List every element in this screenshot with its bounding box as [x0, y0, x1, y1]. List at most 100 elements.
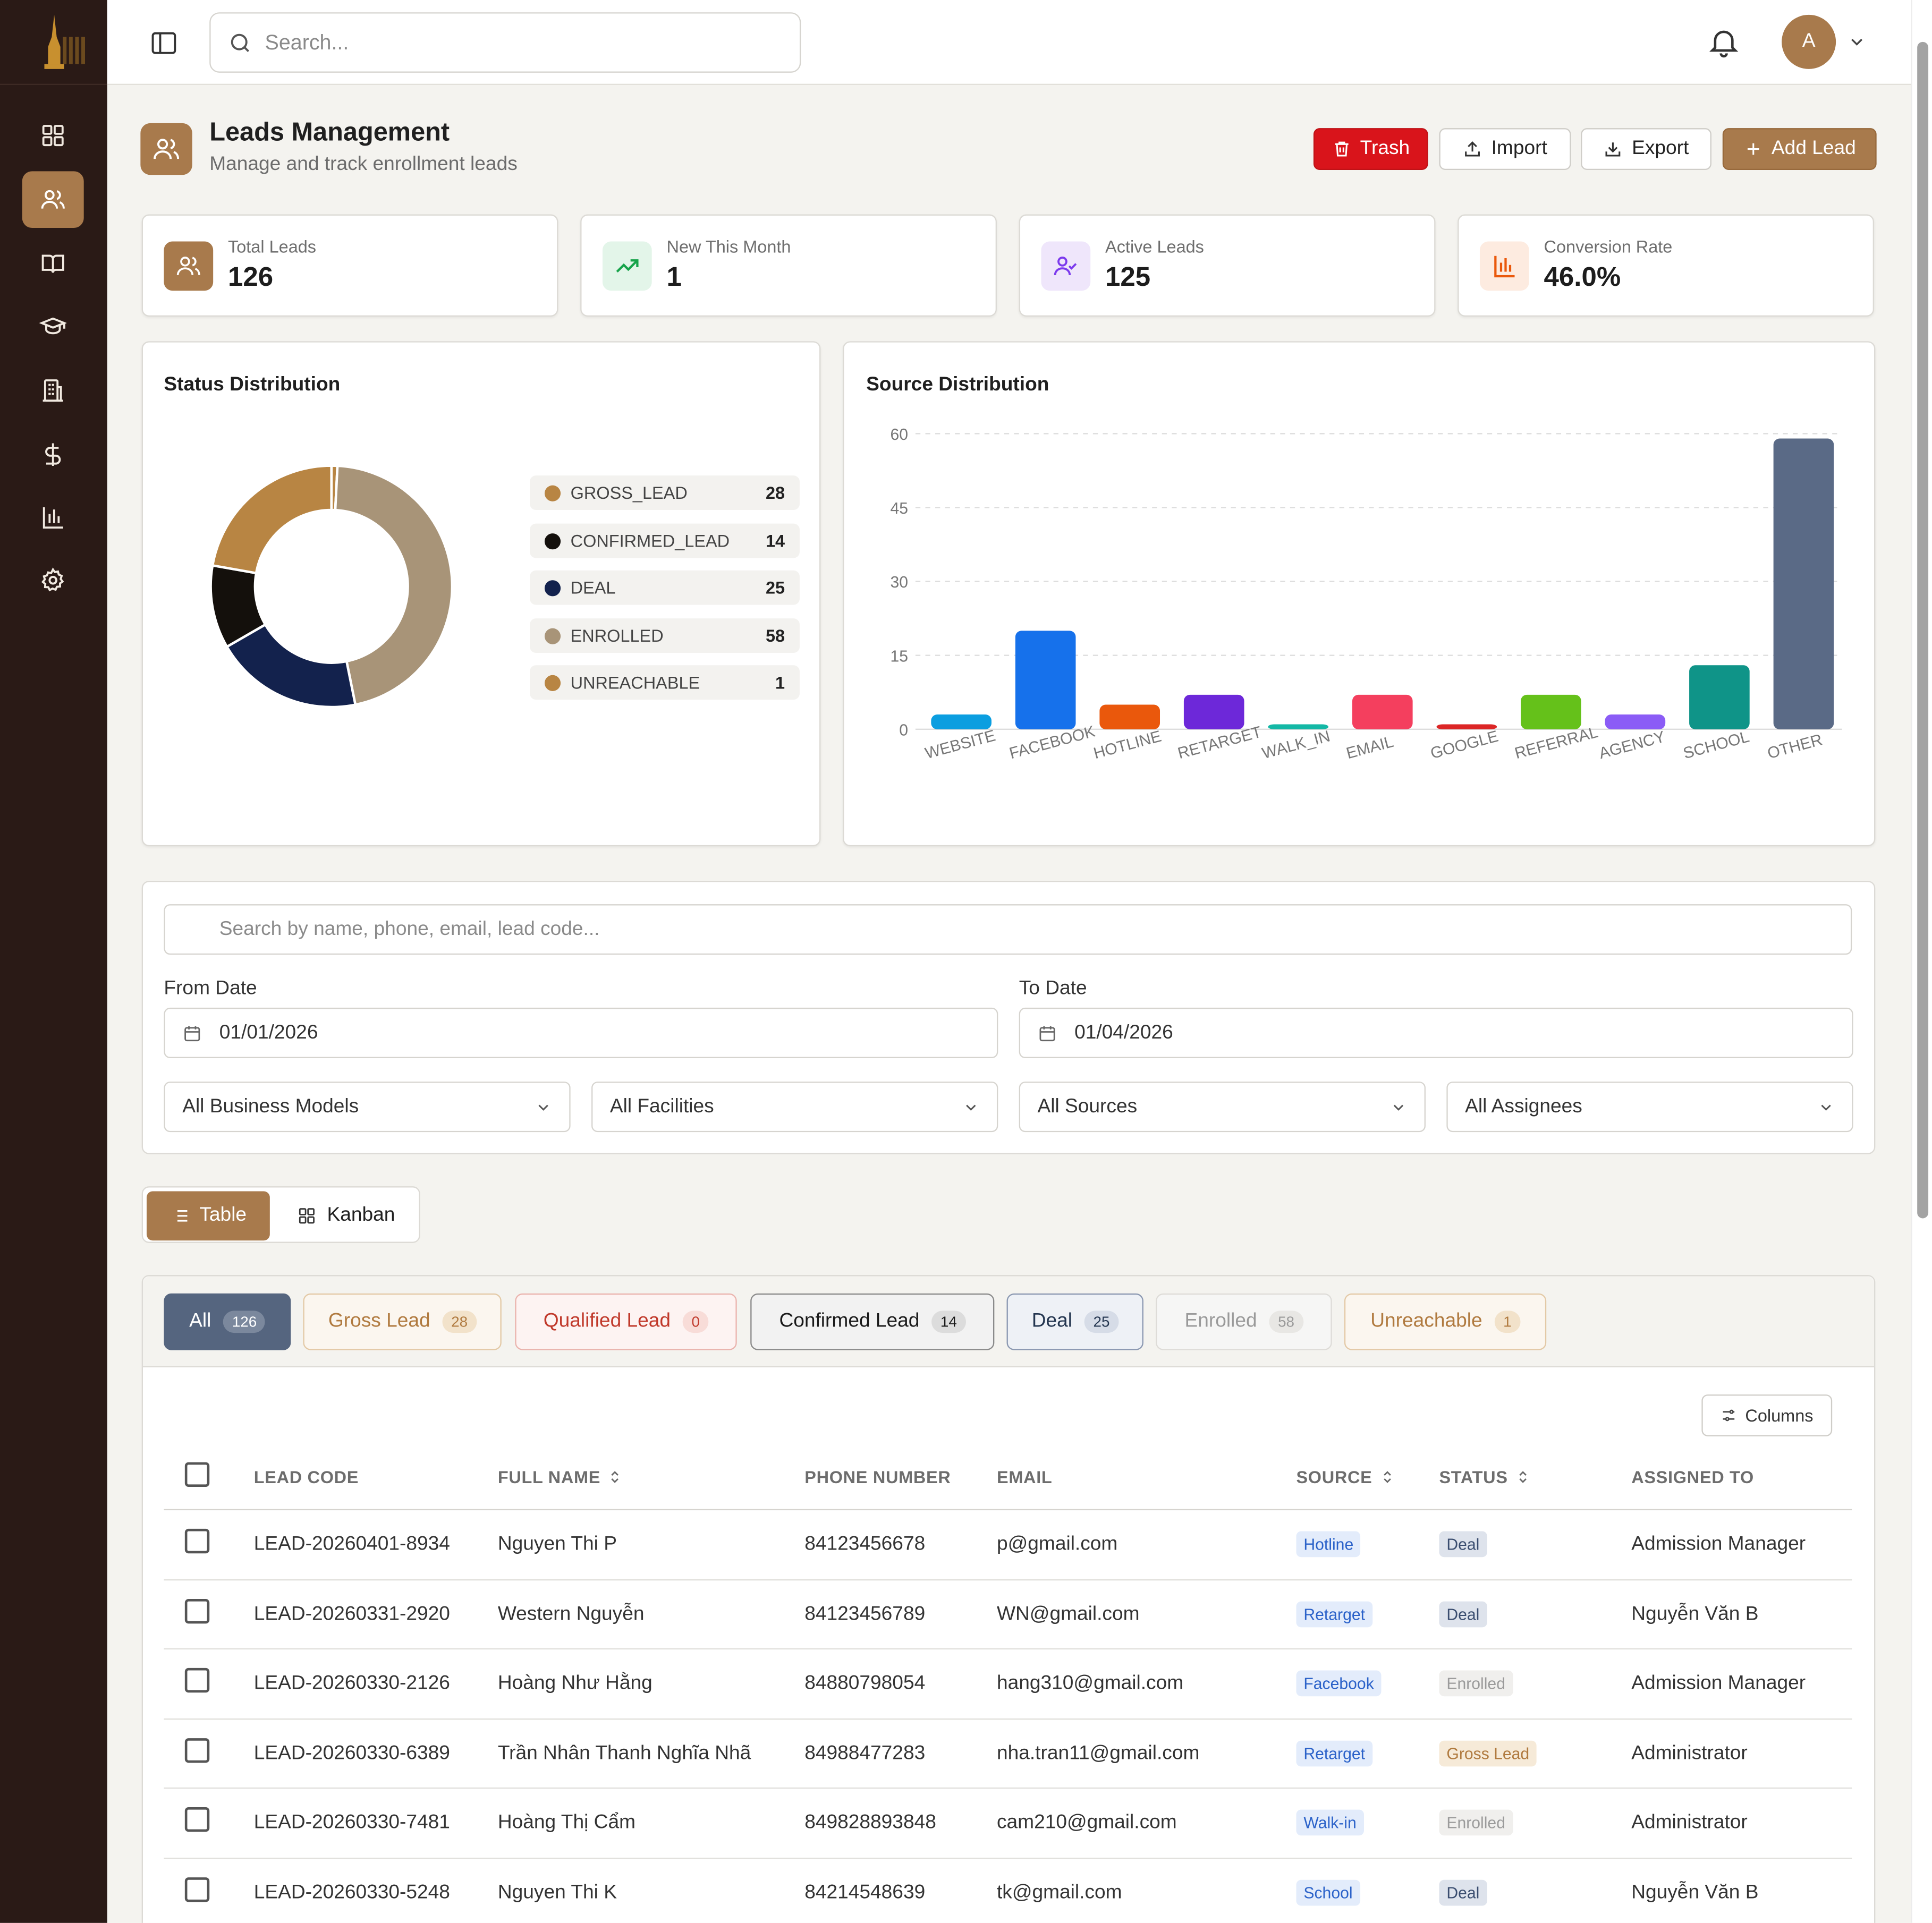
header-phone: PHONE NUMBER	[804, 1467, 951, 1487]
legend-count: 25	[766, 577, 785, 598]
assignees-select[interactable]: All Assignees	[1446, 1082, 1853, 1133]
status-badge: Deal	[1439, 1879, 1487, 1905]
sidebar-item-settings[interactable]	[22, 552, 84, 609]
tab-deal[interactable]: Deal 25	[1006, 1293, 1143, 1350]
bar-referral[interactable]	[1521, 694, 1581, 729]
tab-label: Deal	[1031, 1311, 1073, 1332]
columns-button[interactable]: Columns	[1701, 1394, 1833, 1436]
kanban-view-button[interactable]: Kanban	[278, 1191, 414, 1240]
plus-icon	[1747, 143, 1759, 155]
bar-facebook[interactable]	[1015, 631, 1076, 729]
building-icon	[43, 379, 63, 402]
donut-slice-gross-lead[interactable]	[211, 464, 333, 575]
cell-assigned-to: Nguyễn Văn B	[1631, 1882, 1759, 1903]
table-row[interactable]: LEAD-20260330-2126 Hoàng Như Hằng 84880798…	[164, 1649, 1852, 1720]
sidebar-item-reports[interactable]	[22, 489, 84, 546]
user-avatar[interactable]: A	[1782, 14, 1836, 69]
tab-label: Enrolled	[1184, 1311, 1257, 1332]
tab-count: 25	[1084, 1311, 1118, 1333]
scrollbar-thumb[interactable]	[1917, 41, 1929, 1219]
bar-retarget[interactable]	[1183, 694, 1244, 729]
row-checkbox[interactable]	[184, 1598, 210, 1623]
to-date-field[interactable]: 01/04/2026	[1019, 1007, 1853, 1059]
tab-confirmed-lead[interactable]: Confirmed Lead 14	[750, 1293, 995, 1350]
donut-slice-enrolled[interactable]	[334, 464, 454, 707]
import-button[interactable]: Import	[1439, 128, 1571, 171]
tab-label: Unreachable	[1370, 1311, 1482, 1332]
chevron-down-icon	[1821, 1104, 1831, 1110]
sidebar-item-facilities[interactable]	[22, 362, 84, 419]
sidebar-item-dashboard[interactable]	[22, 107, 84, 164]
cell-email: cam210@gmail.com	[996, 1812, 1177, 1833]
bar-hotline[interactable]	[1099, 704, 1160, 729]
facilities-select[interactable]: All Facilities	[591, 1082, 998, 1133]
source-distribution-card: Source Distribution 0 15 30 45 60 WEBSITE FACE…	[843, 341, 1876, 847]
stat-value: 46.0%	[1544, 261, 1621, 292]
status-donut-chart	[209, 464, 454, 709]
global-search[interactable]	[209, 12, 801, 73]
global-search-input[interactable]	[265, 30, 758, 55]
chevron-down-icon[interactable]	[1847, 32, 1867, 52]
business-model-select[interactable]: All Business Models	[164, 1082, 571, 1133]
tab-qualified-lead[interactable]: Qualified Lead 0	[515, 1293, 737, 1350]
table-row[interactable]: LEAD-20260331-2920 Western Nguyễn 84123456…	[164, 1580, 1852, 1650]
legend-dot	[544, 627, 561, 644]
lead-search-input[interactable]	[164, 904, 1852, 955]
sort-icon	[1519, 1471, 1527, 1483]
row-checkbox[interactable]	[184, 1528, 210, 1554]
table-row[interactable]: LEAD-20260330-6389 Trần Nhân Thanh Nghĩa …	[164, 1719, 1852, 1789]
from-date-field[interactable]: 01/01/2026	[164, 1007, 998, 1059]
notification-bell-icon[interactable]	[1707, 24, 1741, 59]
export-button-label: Export	[1632, 138, 1689, 159]
trash-button[interactable]: Trash	[1313, 128, 1428, 171]
bar-email[interactable]	[1352, 694, 1413, 729]
row-checkbox[interactable]	[184, 1667, 210, 1693]
table-row[interactable]: LEAD-20260330-5248 Nguyen Thi K 8421454863…	[164, 1858, 1852, 1923]
page-scrollbar[interactable]	[1911, 0, 1932, 1923]
trending-up-icon	[616, 259, 639, 273]
table-row[interactable]: LEAD-20260401-8934 Nguyen Thi P 8412345667…	[164, 1510, 1852, 1580]
tab-enrolled[interactable]: Enrolled 58	[1156, 1293, 1332, 1350]
sidebar-item-students[interactable]	[22, 298, 84, 355]
bar-other[interactable]	[1773, 438, 1834, 729]
sidebar-item-courses[interactable]	[22, 235, 84, 292]
table-view-button[interactable]: Table	[146, 1191, 270, 1241]
bar-school[interactable]	[1689, 665, 1750, 729]
add-lead-button[interactable]: Add Lead	[1722, 128, 1877, 171]
sources-select[interactable]: All Sources	[1019, 1082, 1426, 1133]
graduation-cap-icon	[39, 317, 67, 335]
legend-dot	[544, 532, 561, 549]
cell-phone: 84214548639	[804, 1882, 926, 1903]
bar-agency[interactable]	[1605, 714, 1666, 729]
logo[interactable]	[0, 0, 107, 86]
calendar-icon	[1039, 1025, 1055, 1041]
bar-walk-in[interactable]	[1268, 724, 1329, 729]
row-checkbox[interactable]	[184, 1737, 210, 1763]
y-tick-label: 30	[890, 574, 908, 591]
tab-all[interactable]: All 126	[164, 1293, 291, 1350]
header-label: SOURCE	[1296, 1467, 1372, 1487]
select-all-checkbox[interactable]	[184, 1462, 210, 1487]
export-button[interactable]: Export	[1581, 128, 1711, 171]
y-tick-label: 60	[890, 426, 908, 444]
bar-google[interactable]	[1436, 724, 1497, 729]
sidebar-item-leads[interactable]	[22, 171, 84, 228]
status-badge: Deal	[1439, 1531, 1487, 1558]
row-checkbox[interactable]	[184, 1807, 210, 1832]
tab-gross-lead[interactable]: Gross Lead 28	[303, 1293, 502, 1350]
bar-chart-icon	[43, 507, 63, 529]
sidebar-item-finance[interactable]	[22, 426, 84, 483]
tab-count: 14	[931, 1311, 966, 1333]
row-checkbox[interactable]	[184, 1876, 210, 1902]
sidebar-toggle-icon[interactable]	[149, 28, 179, 58]
bar-website[interactable]	[931, 714, 992, 729]
tab-unreachable[interactable]: Unreachable 1	[1344, 1293, 1547, 1350]
legend-count: 58	[766, 626, 785, 646]
status-tabs: All 126 Gross Lead 28 Qualified Lead 0 C…	[142, 1276, 1875, 1368]
table-row[interactable]: LEAD-20260330-7481 Hoàng Thị Cẩm 849828893…	[164, 1789, 1852, 1859]
header-source[interactable]: SOURCE	[1296, 1467, 1394, 1487]
header-status[interactable]: STATUS	[1439, 1467, 1530, 1487]
legend-dot	[544, 580, 561, 596]
select-value: All Facilities	[609, 1095, 714, 1117]
header-full-name[interactable]: FULL NAME	[498, 1467, 623, 1487]
